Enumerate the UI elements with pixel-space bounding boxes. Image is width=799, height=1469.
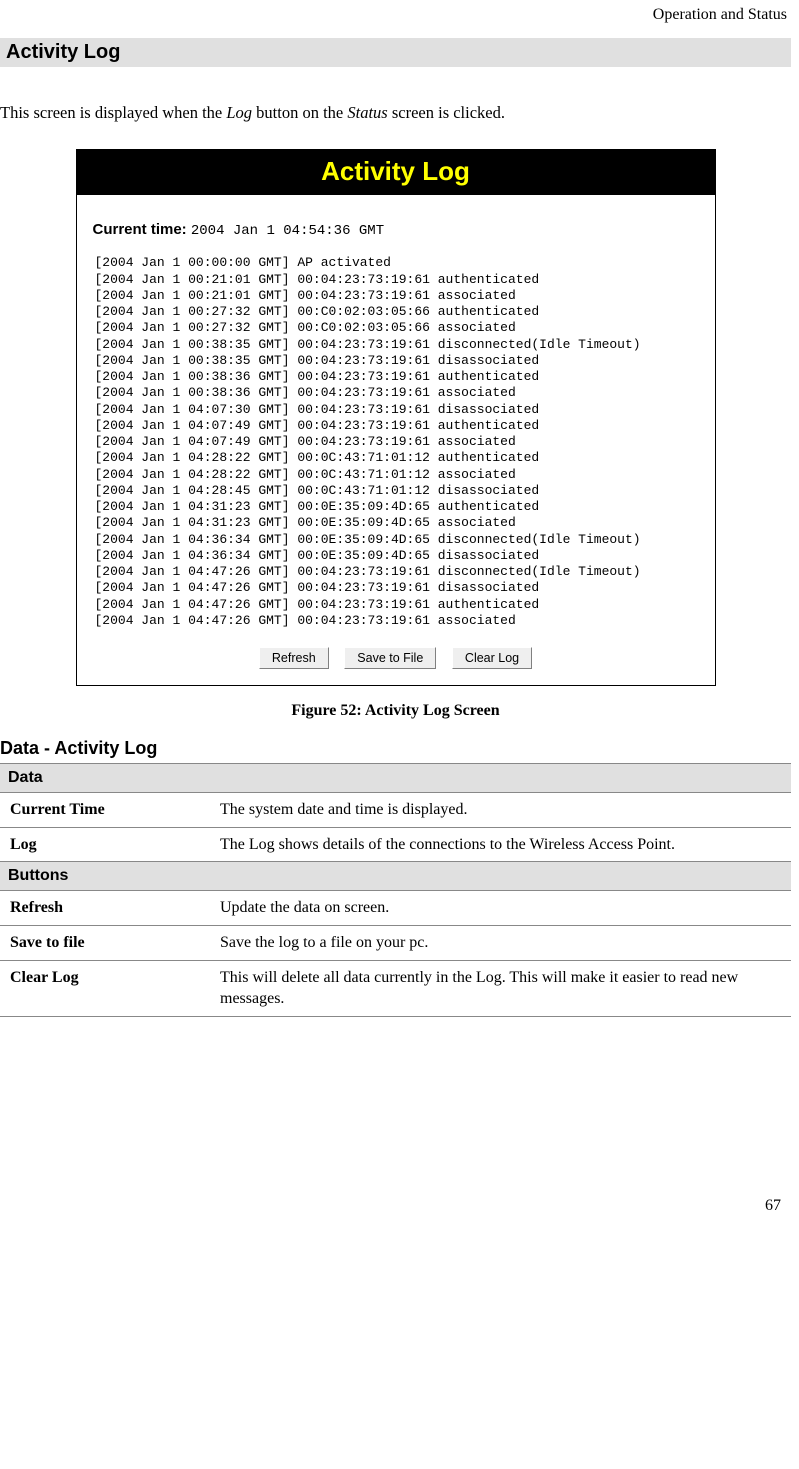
- log-line: [2004 Jan 1 00:38:36 GMT] 00:04:23:73:19…: [95, 385, 697, 401]
- table-row: Save to fileSave the log to a file on yo…: [0, 925, 791, 960]
- refresh-button[interactable]: Refresh: [259, 647, 329, 669]
- current-time-line: Current time: 2004 Jan 1 04:54:36 GMT: [93, 205, 699, 253]
- table-desc: Save the log to a file on your pc.: [210, 925, 791, 960]
- log-line: [2004 Jan 1 04:36:34 GMT] 00:0E:35:09:4D…: [95, 548, 697, 564]
- table-term: Refresh: [0, 891, 210, 926]
- table-row: Current TimeThe system date and time is …: [0, 793, 791, 828]
- figure-caption: Figure 52: Activity Log Screen: [0, 686, 791, 728]
- table-group-data: Data: [0, 764, 791, 793]
- log-line: [2004 Jan 1 04:47:26 GMT] 00:04:23:73:19…: [95, 564, 697, 580]
- figure-button-row: Refresh Save to File Clear Log: [93, 637, 699, 673]
- log-line: [2004 Jan 1 04:47:26 GMT] 00:04:23:73:19…: [95, 597, 697, 613]
- log-line: [2004 Jan 1 00:27:32 GMT] 00:C0:02:03:05…: [95, 304, 697, 320]
- log-line: [2004 Jan 1 00:27:32 GMT] 00:C0:02:03:05…: [95, 320, 697, 336]
- figure-body: Current time: 2004 Jan 1 04:54:36 GMT [2…: [77, 195, 715, 685]
- log-line: [2004 Jan 1 00:00:00 GMT] AP activated: [95, 255, 697, 271]
- table-desc: The system date and time is displayed.: [210, 793, 791, 828]
- page-number: 67: [0, 1017, 791, 1225]
- intro-em-log: Log: [226, 103, 252, 122]
- table-desc: This will delete all data currently in t…: [210, 960, 791, 1016]
- table-desc: Update the data on screen.: [210, 891, 791, 926]
- data-table: Data Current TimeThe system date and tim…: [0, 763, 791, 1017]
- log-output: [2004 Jan 1 00:00:00 GMT] AP activated[2…: [93, 253, 699, 637]
- log-line: [2004 Jan 1 04:36:34 GMT] 00:0E:35:09:4D…: [95, 532, 697, 548]
- log-line: [2004 Jan 1 00:38:35 GMT] 00:04:23:73:19…: [95, 337, 697, 353]
- intro-em-status: Status: [347, 103, 387, 122]
- log-line: [2004 Jan 1 04:31:23 GMT] 00:0E:35:09:4D…: [95, 515, 697, 531]
- section-title-activity-log: Activity Log: [0, 38, 791, 67]
- subheading-data-activity-log: Data - Activity Log: [0, 728, 791, 763]
- log-line: [2004 Jan 1 00:21:01 GMT] 00:04:23:73:19…: [95, 288, 697, 304]
- log-line: [2004 Jan 1 00:38:36 GMT] 00:04:23:73:19…: [95, 369, 697, 385]
- save-to-file-button[interactable]: Save to File: [344, 647, 436, 669]
- log-line: [2004 Jan 1 04:28:45 GMT] 00:0C:43:71:01…: [95, 483, 697, 499]
- table-term: Clear Log: [0, 960, 210, 1016]
- log-line: [2004 Jan 1 04:47:26 GMT] 00:04:23:73:19…: [95, 613, 697, 629]
- log-line: [2004 Jan 1 04:47:26 GMT] 00:04:23:73:19…: [95, 580, 697, 596]
- log-line: [2004 Jan 1 04:07:30 GMT] 00:04:23:73:19…: [95, 402, 697, 418]
- table-row: RefreshUpdate the data on screen.: [0, 891, 791, 926]
- table-group-buttons: Buttons: [0, 862, 791, 891]
- table-term: Log: [0, 827, 210, 862]
- table-term: Current Time: [0, 793, 210, 828]
- intro-paragraph: This screen is displayed when the Log bu…: [0, 84, 791, 133]
- log-line: [2004 Jan 1 04:28:22 GMT] 00:0C:43:71:01…: [95, 450, 697, 466]
- figure-titlebar: Activity Log: [77, 150, 715, 195]
- current-time-value: 2004 Jan 1 04:54:36 GMT: [191, 223, 384, 239]
- table-desc: The Log shows details of the connections…: [210, 827, 791, 862]
- log-line: [2004 Jan 1 04:07:49 GMT] 00:04:23:73:19…: [95, 434, 697, 450]
- log-line: [2004 Jan 1 04:28:22 GMT] 00:0C:43:71:01…: [95, 467, 697, 483]
- breadcrumb: Operation and Status: [0, 0, 791, 38]
- intro-text: button on the: [252, 103, 347, 122]
- log-line: [2004 Jan 1 00:38:35 GMT] 00:04:23:73:19…: [95, 353, 697, 369]
- log-line: [2004 Jan 1 04:07:49 GMT] 00:04:23:73:19…: [95, 418, 697, 434]
- log-line: [2004 Jan 1 00:21:01 GMT] 00:04:23:73:19…: [95, 272, 697, 288]
- intro-text: This screen is displayed when the: [0, 103, 226, 122]
- intro-text: screen is clicked.: [388, 103, 505, 122]
- current-time-label: Current time:: [93, 221, 187, 238]
- table-term: Save to file: [0, 925, 210, 960]
- clear-log-button[interactable]: Clear Log: [452, 647, 532, 669]
- figure-activity-log: Activity Log Current time: 2004 Jan 1 04…: [76, 149, 716, 686]
- log-line: [2004 Jan 1 04:31:23 GMT] 00:0E:35:09:4D…: [95, 499, 697, 515]
- table-row: Clear LogThis will delete all data curre…: [0, 960, 791, 1016]
- table-row: LogThe Log shows details of the connecti…: [0, 827, 791, 862]
